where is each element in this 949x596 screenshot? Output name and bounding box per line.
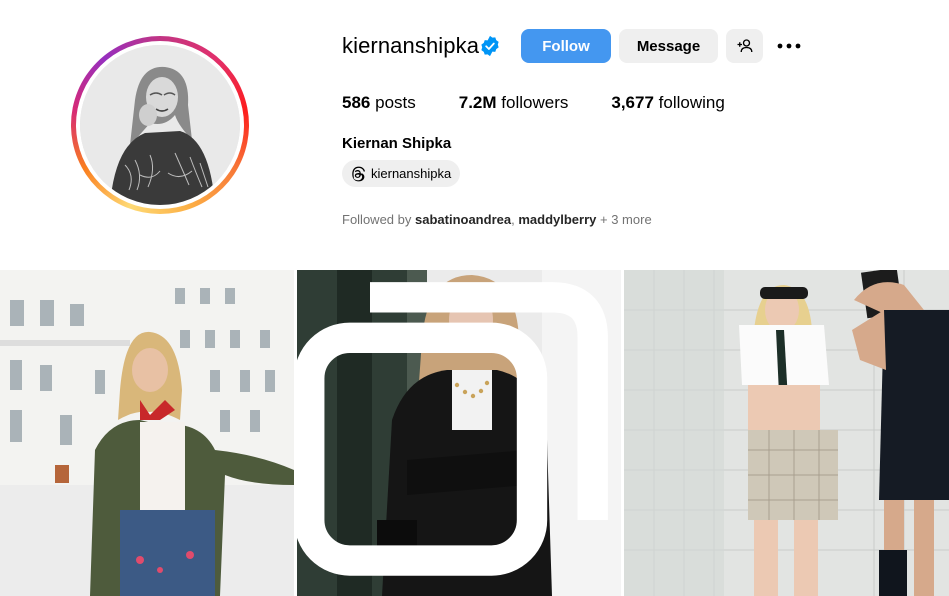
suggested-accounts-button[interactable] — [726, 29, 763, 63]
message-button[interactable]: Message — [619, 29, 718, 63]
verified-badge-icon — [481, 35, 499, 57]
avatar-border — [76, 41, 244, 209]
post-thumbnail[interactable] — [624, 270, 949, 596]
avatar-photo — [80, 45, 240, 205]
mutual-follower[interactable]: sabatinoandrea — [415, 212, 511, 227]
post-thumbnail[interactable] — [0, 270, 294, 596]
follow-button[interactable]: Follow — [521, 29, 611, 63]
threads-link[interactable]: kiernanshipka — [342, 160, 461, 187]
mutual-follower[interactable]: maddylberry — [518, 212, 596, 227]
add-user-icon — [737, 39, 752, 53]
more-options-icon — [777, 43, 801, 49]
profile-full-name: Kiernan Shipka — [342, 135, 452, 152]
post-grid — [0, 270, 949, 596]
multi-photo-icon — [297, 282, 608, 576]
following-link[interactable]: 3,677 following — [611, 93, 724, 113]
more-options-button[interactable] — [774, 30, 804, 62]
profile-avatar[interactable] — [71, 36, 249, 214]
profile-username: kiernanshipka — [342, 33, 480, 58]
threads-handle: kiernanshipka — [371, 166, 452, 181]
threads-icon — [352, 166, 365, 181]
posts-count: 586 posts — [342, 93, 416, 112]
followed-by-text[interactable]: Followed by sabatinoandrea, maddylberry … — [342, 212, 652, 227]
followers-link[interactable]: 7.2M followers — [459, 93, 569, 113]
post-thumbnail[interactable] — [297, 270, 621, 596]
profile-stats: 586 posts 7.2M followers 3,677 following — [342, 93, 768, 113]
